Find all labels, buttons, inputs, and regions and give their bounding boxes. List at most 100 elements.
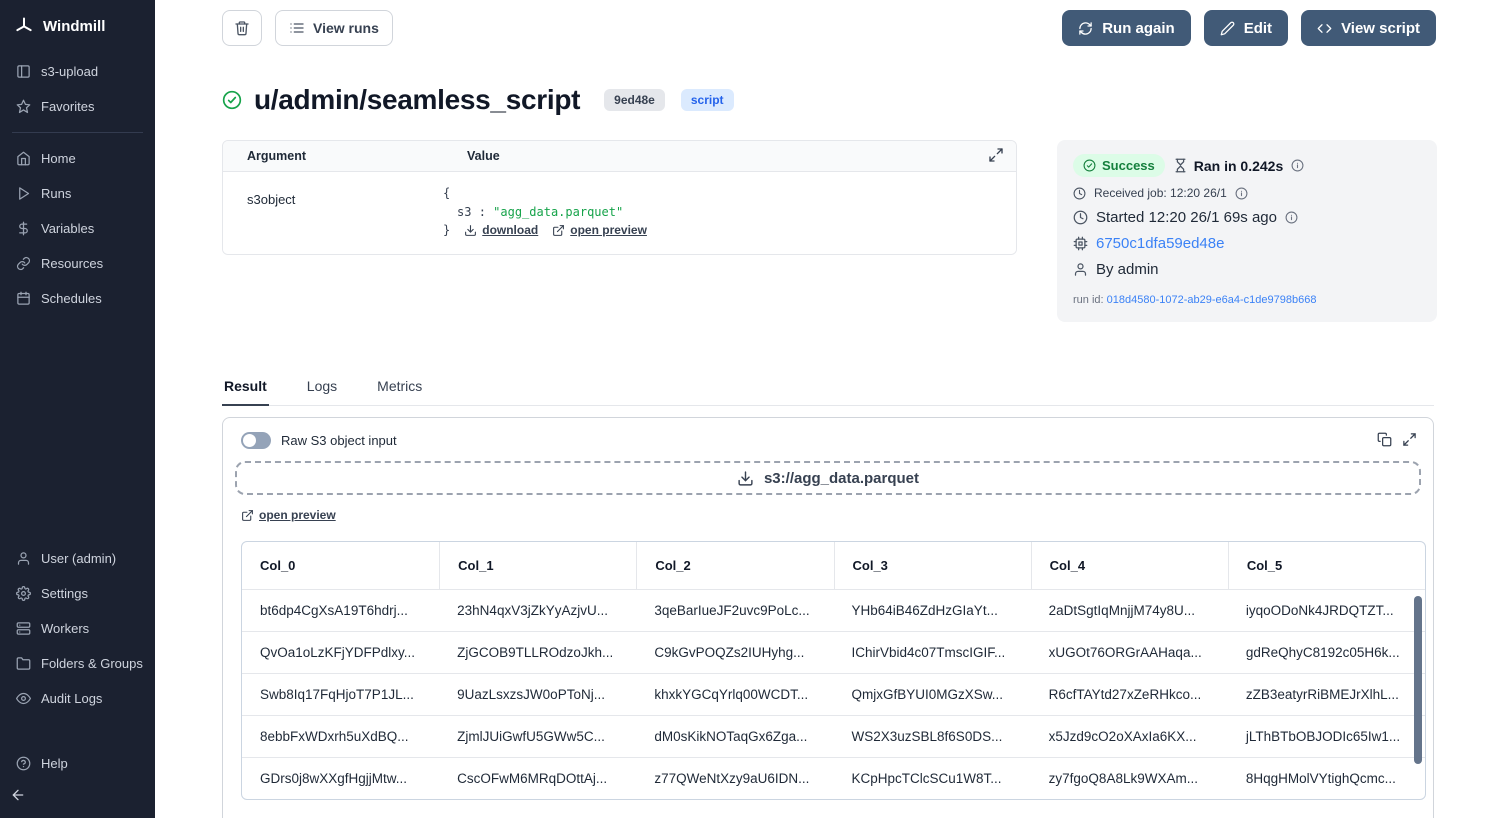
edit-button[interactable]: Edit	[1204, 10, 1288, 46]
json-string-value: "agg_data.parquet"	[493, 205, 623, 219]
table-cell: QmjxGfBYUI0MGzXSw...	[834, 674, 1031, 715]
sidebar-item-user-admin[interactable]: User (admin)	[0, 541, 155, 576]
sidebar-item-workers[interactable]: Workers	[0, 611, 155, 646]
table-scrollbar	[1414, 594, 1423, 800]
open-preview-link[interactable]: open preview	[552, 221, 647, 240]
sidebar-item-resources[interactable]: Resources	[0, 246, 155, 281]
code-icon	[1317, 21, 1332, 36]
home-icon	[16, 151, 31, 166]
view-runs-label: View runs	[313, 20, 379, 36]
view-script-button[interactable]: View script	[1301, 10, 1436, 46]
cpu-icon	[1073, 236, 1088, 251]
page-title: u/admin/seamless_script	[254, 84, 580, 116]
open-preview-link[interactable]: open preview	[241, 508, 336, 522]
arguments-table: Argument Value s3object { s3 : "agg_data…	[222, 140, 1017, 255]
sidebar-footer	[0, 781, 155, 818]
sidebar-item-variables[interactable]: Variables	[0, 211, 155, 246]
star-icon	[16, 99, 31, 114]
run-again-button[interactable]: Run again	[1062, 10, 1191, 46]
toolbar: View runs Run again Edit View script	[155, 0, 1493, 46]
arguments-table-header: Argument Value	[223, 141, 1016, 172]
sidebar-item-label: Audit Logs	[41, 691, 102, 706]
calendar-icon	[16, 291, 31, 306]
table-cell: ZjGCOB9TLLROdzoJkh...	[439, 632, 636, 673]
sidebar-item-folders-groups[interactable]: Folders & Groups	[0, 646, 155, 681]
server-icon	[16, 621, 31, 636]
scrollbar-thumb[interactable]	[1414, 596, 1422, 764]
info-icon[interactable]	[1285, 211, 1298, 224]
refresh-icon	[1078, 21, 1093, 36]
sidebar-item-home[interactable]: Home	[0, 141, 155, 176]
arrow-left-icon	[10, 787, 26, 803]
raw-s3-toggle-label: Raw S3 object input	[281, 433, 397, 448]
download-icon	[737, 470, 754, 487]
json-brace-open: {	[443, 186, 450, 200]
tab-result[interactable]: Result	[222, 372, 269, 406]
sidebar-item-label: s3-upload	[41, 64, 98, 79]
parquet-preview-table: Col_0 Col_1 Col_2 Col_3 Col_4 Col_5 bt6d…	[241, 541, 1426, 800]
sidebar-item-label: Runs	[41, 186, 71, 201]
sidebar-spacer	[0, 316, 155, 541]
sidebar-item-label: Home	[41, 151, 76, 166]
maximize-icon[interactable]	[1402, 432, 1417, 447]
worker-id-link[interactable]: 6750c1dfa59ed48e	[1096, 235, 1224, 252]
delete-button[interactable]	[222, 10, 262, 46]
sidebar-item-settings[interactable]: Settings	[0, 576, 155, 611]
info-icon[interactable]	[1291, 159, 1304, 172]
run-duration: Ran in 0.242s	[1173, 158, 1284, 174]
run-id-line: run id: 018d4580-1072-ab29-e6a4-c1de9798…	[1073, 294, 1421, 306]
run-again-label: Run again	[1102, 20, 1175, 37]
sidebar-item-help[interactable]: Help	[0, 746, 155, 781]
json-colon: :	[479, 205, 486, 219]
brand-label: Windmill	[43, 18, 105, 35]
run-id-label: run id:	[1073, 294, 1104, 306]
table-cell: dM0sKikNOTaqGx6Zga...	[636, 716, 833, 757]
sidebar-item-s3-upload[interactable]: s3-upload	[0, 54, 155, 89]
collapse-sidebar-button[interactable]	[10, 787, 26, 803]
run-overview: Argument Value s3object { s3 : "agg_data…	[155, 116, 1493, 322]
table-row: 8ebbFxWDxrh5uXdBQ... ZjmlJUiGwfU5GWw5C..…	[242, 715, 1425, 757]
table-cell: iyqoODoNk4JRDQTZT...	[1228, 590, 1425, 631]
table-cell: ZjmlJUiGwfU5GWw5C...	[439, 716, 636, 757]
table-cell: 8ebbFxWDxrh5uXdBQ...	[242, 716, 439, 757]
s3-file-download[interactable]: s3://agg_data.parquet	[235, 461, 1421, 495]
app-logo[interactable]: Windmill	[0, 0, 155, 54]
run-status-panel: Success Ran in 0.242s Received job: 12:2…	[1057, 140, 1437, 322]
raw-s3-toggle[interactable]	[241, 432, 271, 449]
sidebar-item-schedules[interactable]: Schedules	[0, 281, 155, 316]
dollar-icon	[16, 221, 31, 236]
received-job-line: Received job: 12:20 26/1	[1073, 186, 1421, 200]
copy-icon[interactable]	[1377, 432, 1392, 447]
tab-logs[interactable]: Logs	[305, 372, 339, 406]
sidebar-item-runs[interactable]: Runs	[0, 176, 155, 211]
table-cell: YHb64iB46ZdHzGIaYt...	[834, 590, 1031, 631]
user-icon	[1073, 262, 1088, 277]
eye-icon	[16, 691, 31, 706]
sidebar-item-label: Workers	[41, 621, 89, 636]
table-cell: QvOa1oLzKFjYDFPdlxy...	[242, 632, 439, 673]
table-row: bt6dp4CgXsA19T6hdrj... 23hN4qxV3jZkYyAzj…	[242, 589, 1425, 631]
view-script-label: View script	[1341, 20, 1420, 37]
run-id-link[interactable]: 018d4580-1072-ab29-e6a4-c1de9798b668	[1107, 294, 1317, 306]
result-panel: Raw S3 object input s3://agg_data.parque…	[222, 417, 1434, 818]
table-cell: R6cfTAYtd27xZeRHkco...	[1031, 674, 1228, 715]
table-cell: IChirVbid4c07TmscIGIF...	[834, 632, 1031, 673]
download-link[interactable]: download	[464, 221, 538, 240]
worker-line: 6750c1dfa59ed48e	[1073, 235, 1421, 252]
column-header: Col_4	[1031, 542, 1228, 589]
sidebar-item-label: Favorites	[41, 99, 94, 114]
table-row: GDrs0j8wXXgfHgjjMtw... CscOFwM6MRqDOttAj…	[242, 757, 1425, 799]
view-runs-button[interactable]: View runs	[275, 10, 393, 46]
sidebar-item-favorites[interactable]: Favorites	[0, 89, 155, 124]
sidebar-item-audit-logs[interactable]: Audit Logs	[0, 681, 155, 716]
windmill-logo-icon	[14, 16, 34, 36]
info-icon[interactable]	[1235, 187, 1248, 200]
raw-s3-toggle-row: Raw S3 object input	[235, 432, 1421, 449]
table-cell: 3qeBarIueJF2uvc9PoLc...	[636, 590, 833, 631]
link-icon	[16, 256, 31, 271]
table-cell: WS2X3uzSBL8f6S0DS...	[834, 716, 1031, 757]
expand-arguments-button[interactable]	[988, 147, 1004, 168]
hourglass-icon	[1173, 158, 1188, 173]
table-cell: KCpHpcTClcSCu1W8T...	[834, 758, 1031, 799]
tab-metrics[interactable]: Metrics	[375, 372, 424, 406]
